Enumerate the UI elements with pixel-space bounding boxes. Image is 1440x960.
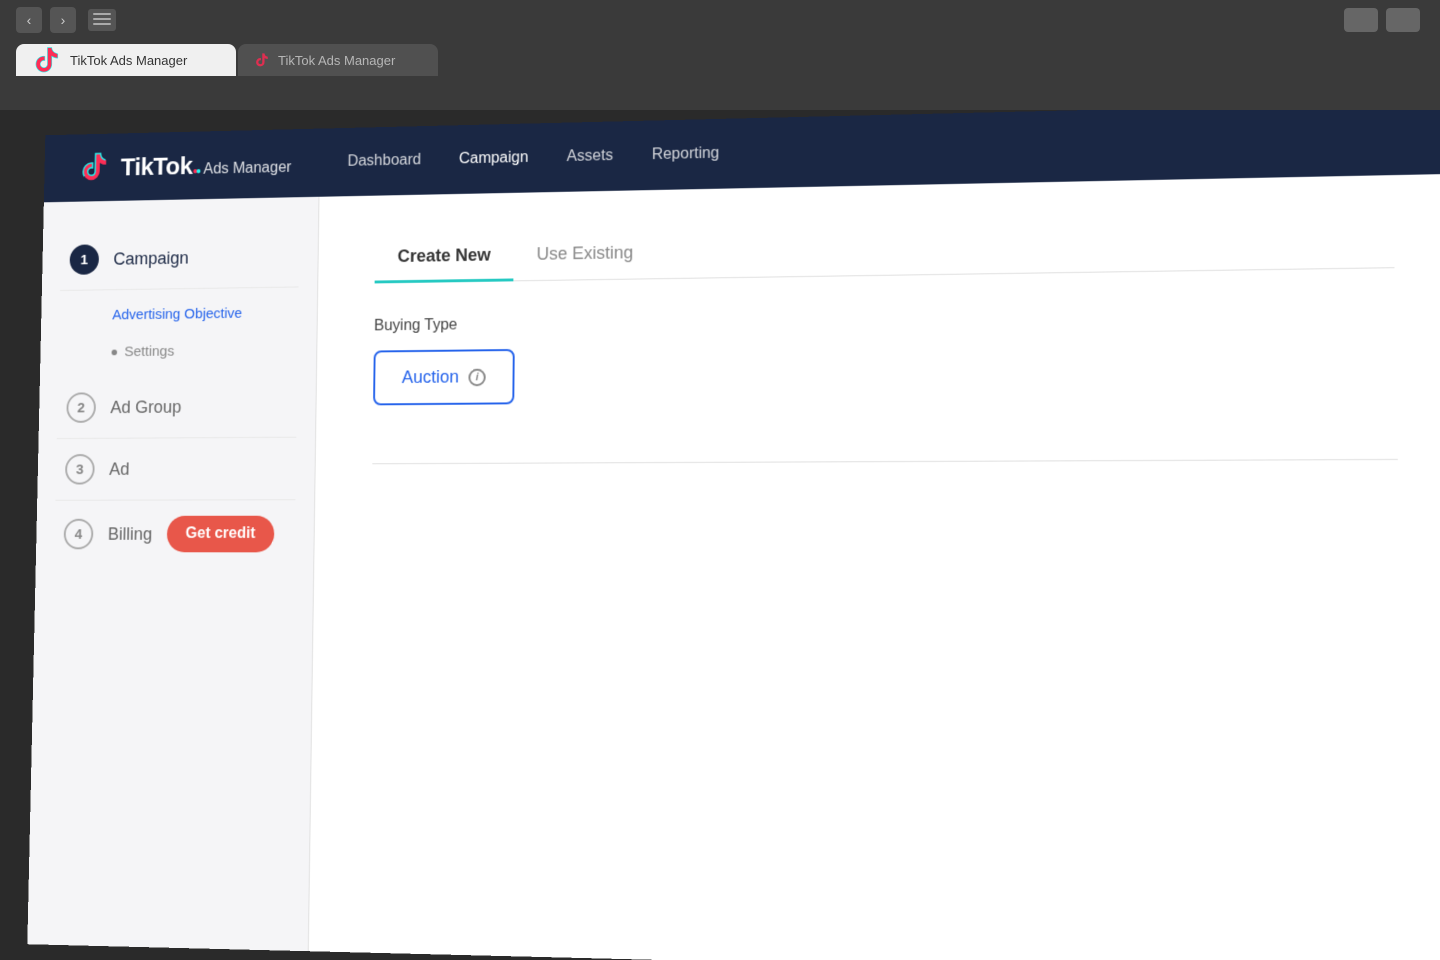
brand-subtitle: Ads Manager	[203, 159, 291, 177]
step-1-label: Campaign	[113, 248, 189, 269]
get-credit-button[interactable]: Get credit	[167, 516, 275, 553]
tab-2-title: TikTok Ads Manager	[278, 53, 395, 68]
step-1-campaign[interactable]: 1 Campaign	[60, 226, 299, 291]
form-section: Buying Type Auction i	[373, 310, 960, 405]
browser-action-2[interactable]	[1386, 8, 1420, 32]
step-4-label: Billing	[108, 524, 153, 544]
auction-info-icon[interactable]: i	[468, 368, 485, 386]
nav-items: Dashboard Campaign Assets Reporting	[347, 141, 719, 174]
step-4-billing: 4 Billing Get credit	[54, 500, 295, 568]
content-area: Create New Use Existing Buying Type Auct…	[309, 174, 1440, 960]
brand-text: TikTok●● Ads Manager	[120, 149, 291, 182]
step-3-ad[interactable]: 3 Ad	[55, 438, 296, 501]
step-3-label: Ad	[109, 459, 130, 479]
forward-button[interactable]: ›	[50, 7, 76, 33]
step-2-number: 2	[66, 392, 96, 423]
nav-assets[interactable]: Assets	[567, 144, 613, 170]
tiktok-tab-icon-2	[254, 52, 270, 68]
page-content: TikTok●● Ads Manager Dashboard Campaign …	[27, 110, 1440, 960]
tiktok-tab-icon-1	[32, 45, 62, 75]
nav-campaign[interactable]: Campaign	[459, 146, 529, 172]
content-tabs: Create New Use Existing	[375, 216, 1395, 284]
nav-dashboard[interactable]: Dashboard	[347, 148, 421, 174]
sub-advertising-objective[interactable]: Advertising Objective	[112, 295, 298, 333]
browser-tab-2[interactable]: TikTok Ads Manager	[238, 44, 438, 76]
step-4-number: 4	[64, 519, 94, 550]
sub-settings[interactable]: Settings	[111, 332, 298, 369]
tiktok-brand-icon	[80, 151, 112, 183]
campaign-sub-items: Advertising Objective Settings	[58, 287, 298, 377]
browser-tab-bar: TikTok Ads Manager TikTok Ads Manager	[0, 40, 1440, 76]
buying-type-label: Buying Type	[374, 310, 960, 335]
nav-reporting[interactable]: Reporting	[652, 141, 720, 168]
browser-chrome: ‹ › TikTok Ads Manager	[0, 0, 1440, 110]
auction-selector[interactable]: Auction i	[373, 349, 515, 405]
step-2-adgroup[interactable]: 2 Ad Group	[57, 375, 297, 439]
step-3-number: 3	[65, 454, 95, 485]
tab-1-title: TikTok Ads Manager	[70, 53, 187, 68]
content-divider	[372, 459, 1397, 464]
back-button[interactable]: ‹	[16, 7, 42, 33]
tab-use-existing[interactable]: Use Existing	[513, 229, 656, 282]
main-layout: 1 Campaign Advertising Objective Setting…	[27, 174, 1440, 960]
sidebar: 1 Campaign Advertising Objective Setting…	[27, 197, 319, 951]
browser-action-1[interactable]	[1344, 8, 1378, 32]
step-2-label: Ad Group	[110, 397, 181, 418]
perspective-wrapper: TikTok●● Ads Manager Dashboard Campaign …	[0, 110, 1440, 960]
browser-controls: ‹ ›	[0, 0, 1440, 40]
sub-settings-dot	[112, 349, 118, 355]
brand-name: TikTok●●	[121, 151, 208, 181]
brand-logo-area: TikTok●● Ads Manager	[80, 147, 291, 184]
tab-create-new[interactable]: Create New	[375, 231, 514, 283]
auction-label: Auction	[402, 367, 459, 388]
browser-right-actions	[1344, 8, 1420, 32]
sidebar-toggle-button[interactable]	[88, 9, 116, 31]
browser-tab-1[interactable]: TikTok Ads Manager	[16, 44, 236, 76]
sidebar-icon	[93, 13, 111, 27]
step-1-number: 1	[69, 244, 99, 275]
